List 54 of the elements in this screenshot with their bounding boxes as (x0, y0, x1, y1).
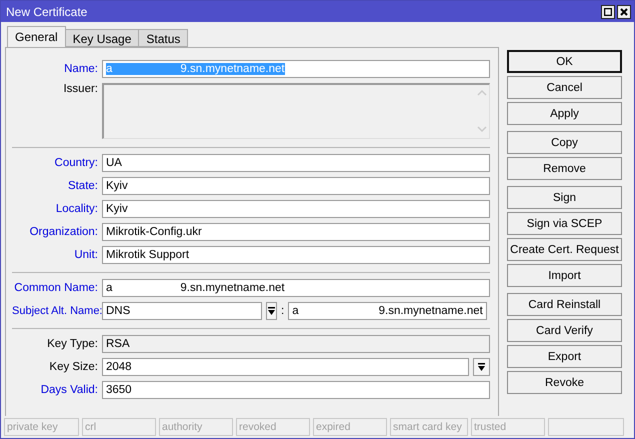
tab[interactable]: General (7, 26, 66, 47)
field-label: Common Name: (13, 282, 98, 294)
window-title: New Certificate (6, 4, 88, 18)
field-label: Organization: (28, 226, 98, 238)
close-button[interactable] (617, 4, 631, 18)
text-field[interactable]: UA (102, 154, 490, 172)
dialog-button[interactable]: Revoke (507, 371, 622, 394)
text-field[interactable]: a 9.sn.mynetname.net (102, 279, 490, 297)
dropdown-arrow-icon (267, 306, 276, 316)
dialog-button[interactable]: Sign via SCEP (507, 212, 622, 235)
dialog-button[interactable]: Apply (507, 102, 622, 125)
maximize-icon (604, 8, 612, 16)
dropdown-field[interactable]: DNS (102, 302, 262, 320)
text-field[interactable]: a 9.sn.mynetname.net (288, 302, 487, 320)
text-field[interactable]: Kyiv (102, 177, 490, 195)
text-field[interactable]: Mikrotik Support (102, 246, 490, 264)
dropdown-arrow-icon (477, 362, 486, 372)
dialog-button[interactable]: Export (507, 345, 622, 368)
status-cell: private key (4, 418, 79, 436)
field-label: Days Valid: (40, 384, 98, 396)
dialog-button[interactable]: Import (507, 264, 622, 287)
field-label: Key Size: (48, 361, 98, 373)
tab[interactable]: Status (138, 29, 188, 47)
dialog-button[interactable]: Copy (507, 131, 622, 154)
dialog-button[interactable]: Create Cert. Request (507, 238, 622, 261)
field-label: Key Type: (46, 338, 98, 350)
dropdown-button[interactable] (473, 358, 490, 376)
text-field[interactable]: Kyiv (102, 200, 490, 218)
dialog-button[interactable]: Card Reinstall (507, 293, 622, 316)
text-field[interactable]: 3650 (102, 381, 490, 399)
close-icon (620, 8, 628, 16)
field-label: State: (66, 180, 98, 192)
text-field[interactable]: Mikrotik-Config.ukr (102, 223, 490, 241)
status-cell: trusted (471, 418, 545, 436)
status-cell: revoked (236, 418, 310, 436)
field-label: Country: (54, 157, 98, 169)
field-label: Issuer: (62, 83, 98, 95)
field-label: Unit: (73, 249, 98, 261)
dropdown-button[interactable] (266, 302, 277, 320)
maximize-button[interactable] (601, 4, 615, 18)
dialog-button[interactable]: OK (507, 50, 622, 73)
field-label: Name: (63, 63, 98, 75)
separator-colon: : (281, 305, 284, 317)
tab[interactable]: Key Usage (64, 29, 140, 47)
status-cell: expired (313, 418, 387, 436)
dropdown-field[interactable]: 2048 (102, 358, 469, 376)
field-label: Locality: (54, 203, 98, 215)
dialog-button[interactable]: Sign (507, 186, 622, 209)
status-cell: smart card key (390, 418, 468, 436)
status-cell: authority (159, 418, 233, 436)
dialog-button[interactable]: Card Verify (507, 319, 622, 342)
dialog-button[interactable]: Remove (507, 157, 622, 180)
status-cell: crl (82, 418, 156, 436)
dialog-button[interactable]: Cancel (507, 76, 622, 99)
